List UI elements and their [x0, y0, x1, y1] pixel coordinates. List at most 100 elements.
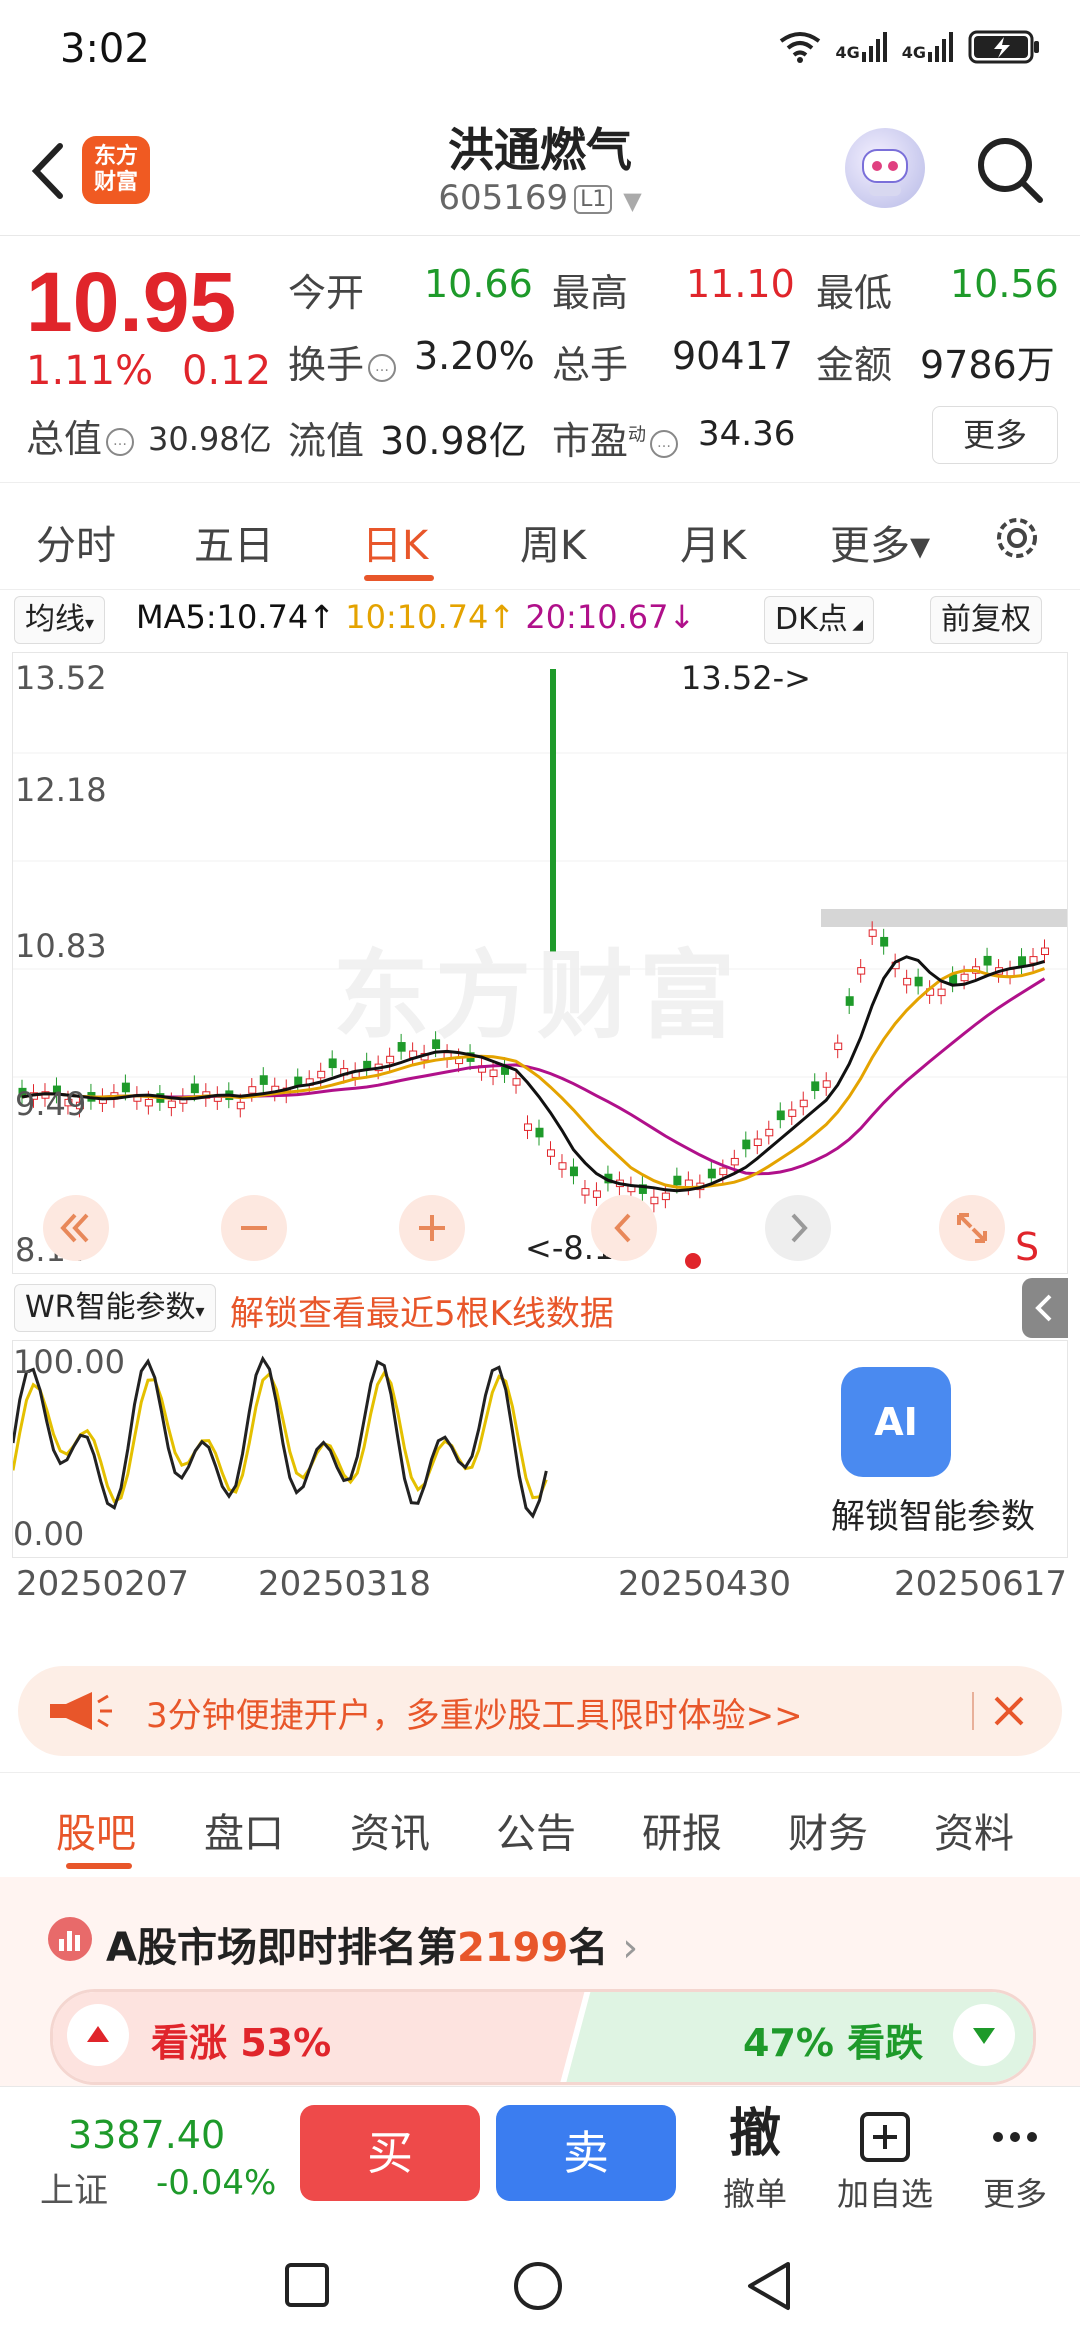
index-value[interactable]: 3387.40	[68, 2113, 225, 2157]
tab-five-day[interactable]: 五日	[194, 513, 274, 571]
tab-profile[interactable]: 资料	[934, 1801, 1014, 1859]
candle-body	[742, 1139, 751, 1150]
kline-chart[interactable]: 东方财富 13.52 12.18 10.83 9.49 8.14 13.52->…	[12, 652, 1068, 1274]
pe[interactable]: 市盈动…	[552, 410, 682, 465]
recent-apps-icon[interactable]	[284, 2262, 330, 2308]
ma-values: MA5:10.74↑ 10:10.74↑ 20:10.67↓	[136, 598, 695, 636]
signal-label: 4G	[835, 43, 860, 62]
total-cap[interactable]: 总值…	[26, 408, 138, 463]
gear-icon[interactable]	[990, 511, 1044, 565]
tab-order-book[interactable]: 盘口	[204, 1801, 284, 1859]
fullscreen-button[interactable]	[939, 1195, 1005, 1261]
date-axis: 20250207 20250318 20250430 20250617	[12, 1558, 1068, 1608]
tab-news[interactable]: 资讯	[350, 1801, 430, 1859]
candle-body	[581, 1188, 590, 1196]
quote-panel: 10.95 1.11% 0.12 总值… 30.98亿 今开 10.66 最高 …	[0, 236, 1080, 483]
tab-forum[interactable]: 股吧	[56, 1801, 136, 1859]
zoom-out-button[interactable]	[221, 1195, 287, 1261]
status-icons: 4G 4G	[779, 30, 1040, 64]
tab-more[interactable]: 更多▾	[830, 513, 930, 571]
candle-body	[397, 1042, 406, 1052]
wr-y-bottom: 0.00	[13, 1515, 85, 1553]
dk-point-button[interactable]: DK点 ◢	[764, 596, 874, 644]
tab-daily-k[interactable]: 日K	[362, 513, 428, 571]
vote-up-button[interactable]	[67, 2004, 129, 2066]
status-bar: 3:02 4G 4G	[0, 0, 1080, 100]
turnover-value: 3.20%	[414, 334, 535, 378]
system-nav-bar	[0, 2226, 1080, 2340]
open-value: 10.66	[424, 262, 533, 306]
candle-body	[765, 1128, 774, 1137]
candle-body	[822, 1080, 831, 1088]
scroll-left-button[interactable]	[591, 1195, 657, 1261]
candle-body	[857, 967, 866, 975]
signal-icon: 4G	[902, 32, 954, 62]
change-amount: 0.12	[182, 348, 272, 394]
adjust-button[interactable]: 前复权	[930, 596, 1042, 644]
add-watchlist-button[interactable]: 加自选	[830, 2099, 940, 2215]
candle-body	[684, 1179, 693, 1188]
ai-unlock-label[interactable]: 解锁智能参数	[831, 1489, 1035, 1538]
candle-body	[248, 1086, 257, 1094]
candle-body	[569, 1166, 578, 1177]
ma-selector[interactable]: 均线▾	[14, 596, 106, 644]
sell-button[interactable]: 卖	[496, 2105, 676, 2201]
candle-body	[259, 1075, 268, 1085]
minus-icon	[241, 1226, 267, 1230]
zoom-in-button[interactable]	[399, 1195, 465, 1261]
candle-body	[880, 936, 889, 947]
wr-unlock-link[interactable]: 解锁查看最近5根K线数据	[230, 1286, 614, 1335]
rank-link[interactable]: A股市场即时排名第2199名 ›	[106, 1915, 638, 1973]
buy-button[interactable]: 买	[300, 2105, 480, 2201]
promo-banner[interactable]: 3分钟便捷开户，多重炒股工具限时体验>>	[18, 1666, 1062, 1756]
back-icon[interactable]	[744, 2260, 794, 2312]
tab-financials[interactable]: 财务	[788, 1801, 868, 1859]
collapse-tab[interactable]	[1022, 1278, 1068, 1338]
turnover[interactable]: 换手…	[288, 334, 400, 389]
candle-body	[328, 1058, 337, 1069]
tab-minute[interactable]: 分时	[36, 513, 116, 571]
rank-prefix: A股市场即时排名第	[106, 1925, 457, 1971]
volume-label: 总手	[552, 343, 629, 387]
cancel-order-label: 撤单	[722, 2175, 787, 2213]
cancel-order-button[interactable]: 撤 撤单	[700, 2099, 810, 2215]
home-icon[interactable]	[512, 2260, 564, 2312]
y-label: 9.49	[15, 1085, 87, 1123]
add-watchlist-label: 加自选	[836, 2175, 933, 2213]
active-tab-indicator	[66, 1863, 132, 1869]
more-quote-button[interactable]: 更多	[932, 406, 1058, 464]
wr-chart[interactable]: 100.00 0.00 AI 解锁智能参数	[12, 1340, 1068, 1558]
close-icon[interactable]	[988, 1690, 1030, 1732]
status-time: 3:02	[60, 26, 150, 72]
scroll-right-button[interactable]	[765, 1195, 831, 1261]
ai-badge[interactable]: AI	[841, 1367, 951, 1477]
tab-research[interactable]: 研报	[642, 1801, 722, 1859]
total-cap-value: 30.98亿	[148, 420, 272, 458]
vote-down-button[interactable]	[953, 2004, 1015, 2066]
chevron-down-icon: ▾	[195, 1301, 205, 1322]
ai-assistant-avatar[interactable]	[845, 128, 925, 208]
robot-icon	[862, 149, 908, 196]
more-button[interactable]: 更多	[960, 2099, 1070, 2215]
ma10-value: 10:10.74↑	[345, 598, 516, 636]
scroll-left-fast-button[interactable]	[43, 1195, 109, 1261]
info-icon[interactable]: …	[106, 427, 135, 456]
index-change: -0.04%	[156, 2163, 277, 2203]
tab-monthly-k[interactable]: 月K	[680, 513, 746, 571]
more-dots-icon	[960, 2099, 1070, 2169]
candle-body	[1029, 956, 1038, 964]
info-icon[interactable]: …	[650, 429, 679, 458]
candle-body	[546, 1149, 555, 1157]
tab-announcements[interactable]: 公告	[496, 1801, 576, 1859]
search-icon[interactable]	[970, 130, 1050, 210]
tab-weekly-k[interactable]: 周K	[520, 513, 586, 571]
ranking-icon	[48, 1917, 92, 1961]
current-price: 10.95	[26, 255, 237, 349]
kline-svg	[13, 669, 1067, 1213]
candle-body	[190, 1083, 199, 1094]
info-icon[interactable]: …	[368, 353, 397, 382]
wr-selector[interactable]: WR智能参数▾	[14, 1284, 216, 1332]
stock-code: 605169	[438, 178, 569, 218]
candle-body	[512, 1078, 521, 1086]
y-label: 10.83	[15, 927, 107, 965]
